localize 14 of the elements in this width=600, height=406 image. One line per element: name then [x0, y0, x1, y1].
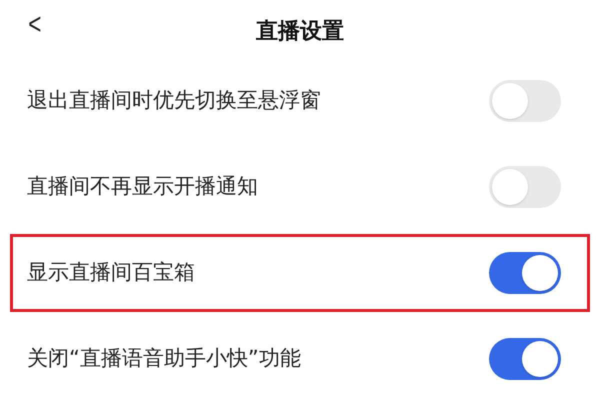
setting-label: 显示直播间百宝箱 — [27, 259, 195, 286]
toggle-switch[interactable] — [489, 338, 561, 380]
toggle-switch[interactable] — [489, 166, 561, 208]
setting-label: 直播间不再显示开播通知 — [27, 173, 258, 200]
toggle-knob — [492, 83, 528, 119]
toggle-knob — [492, 169, 528, 205]
page-title: 直播设置 — [256, 18, 344, 46]
setting-label: 关闭“直播语音助手小快”功能 — [27, 345, 301, 372]
toggle-switch[interactable] — [489, 252, 561, 294]
back-button[interactable]: < — [28, 10, 42, 40]
toggle-knob — [522, 255, 558, 291]
toggle-knob — [522, 341, 558, 377]
setting-label: 退出直播间时优先切换至悬浮窗 — [27, 87, 321, 114]
toggle-switch[interactable] — [489, 80, 561, 122]
